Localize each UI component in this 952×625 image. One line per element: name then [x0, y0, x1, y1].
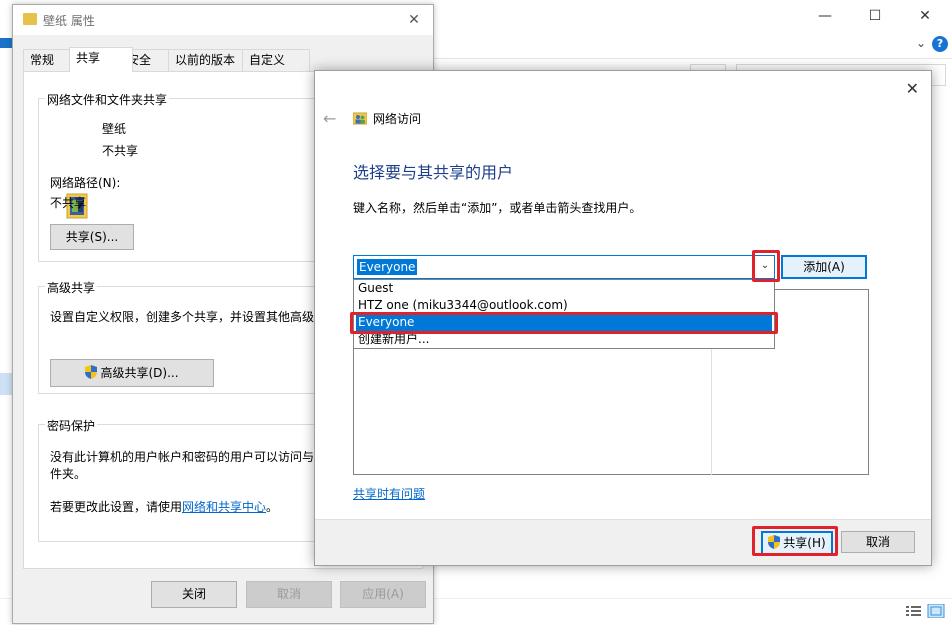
user-name-combobox[interactable]: Everyone — [353, 255, 775, 279]
advanced-sharing-button-label: 高级共享(D)... — [100, 366, 179, 380]
advanced-sharing-description: 设置自定义权限，创建多个共享，并设置其他高级共 — [50, 310, 327, 324]
network-sharing-group-label: 网络文件和文件夹共享 — [45, 91, 170, 108]
close-icon[interactable]: ✕ — [906, 79, 919, 98]
password-change-prefix: 若要更改此设置，请使用 — [50, 500, 183, 514]
advanced-sharing-button[interactable]: 高级共享(D)... — [50, 359, 214, 387]
background-window-controls: — ☐ ✕ — [802, 0, 952, 32]
minimize-button[interactable]: — — [802, 0, 848, 32]
highlight-everyone-option — [350, 312, 778, 334]
sharing-help-link[interactable]: 共享时有问题 — [353, 485, 425, 502]
close-icon[interactable]: ✕ — [403, 9, 425, 31]
properties-title: 壁纸 属性 — [43, 14, 95, 28]
password-change-suffix: 。 — [266, 500, 279, 514]
password-description-line2: 件夹。 — [50, 467, 87, 481]
close-window-button[interactable]: ✕ — [902, 0, 948, 32]
shield-icon — [85, 365, 98, 379]
add-user-button[interactable]: 添加(A) — [781, 255, 867, 279]
share-state: 不共享 — [102, 144, 139, 158]
background-ribbon-divider — [430, 58, 952, 59]
cancel-button[interactable]: 取消 — [246, 581, 332, 608]
network-sharing-center-link[interactable]: 网络和共享中心 — [182, 500, 266, 514]
details-view-icon[interactable] — [906, 603, 946, 619]
password-description-line1: 没有此计算机的用户帐户和密码的用户可以访问与此 — [50, 450, 327, 464]
password-protection-group-label: 密码保护 — [45, 417, 98, 434]
properties-tabs: 常规 共享 安全 以前的版本 自定义 — [23, 47, 423, 72]
maximize-button[interactable]: ☐ — [852, 0, 898, 32]
apply-button[interactable]: 应用(A) — [340, 581, 426, 608]
network-path-label: 网络路径(N): — [50, 176, 121, 190]
dropdown-option-guest[interactable]: Guest — [356, 280, 772, 297]
wizard-instruction: 键入名称，然后单击“添加”，或者单击箭头查找用户。 — [353, 201, 642, 215]
properties-titlebar: 壁纸 属性 ✕ — [13, 5, 433, 35]
back-arrow-icon[interactable]: ← — [323, 109, 336, 128]
highlight-share-button — [752, 526, 838, 556]
wizard-heading: 选择要与其共享的用户 — [353, 163, 514, 182]
expand-ribbon-icon[interactable]: ⌄ — [916, 36, 926, 50]
wizard-footer — [315, 519, 931, 565]
network-path-value: 不共享 — [50, 196, 87, 210]
folder-name: 壁纸 — [102, 122, 127, 136]
share-button[interactable]: 共享(S)... — [50, 224, 134, 250]
help-icon[interactable]: ? — [932, 36, 948, 52]
password-change-hint: 若要更改此设置，请使用网络和共享中心。 — [50, 498, 278, 515]
folder-icon — [23, 13, 37, 25]
wizard-cancel-button[interactable]: 取消 — [841, 531, 915, 553]
view-toggle-icons[interactable] — [906, 603, 946, 619]
close-button[interactable]: 关闭 — [151, 581, 237, 608]
highlight-combo-arrow — [752, 250, 780, 282]
user-combobox-value: Everyone — [357, 259, 418, 275]
wizard-title: 网络访问 — [373, 112, 422, 126]
tab-customize[interactable]: 自定义 — [242, 49, 310, 71]
network-users-icon — [353, 112, 367, 125]
tab-sharing[interactable]: 共享 — [69, 47, 133, 72]
advanced-sharing-group-label: 高级共享 — [45, 279, 98, 296]
